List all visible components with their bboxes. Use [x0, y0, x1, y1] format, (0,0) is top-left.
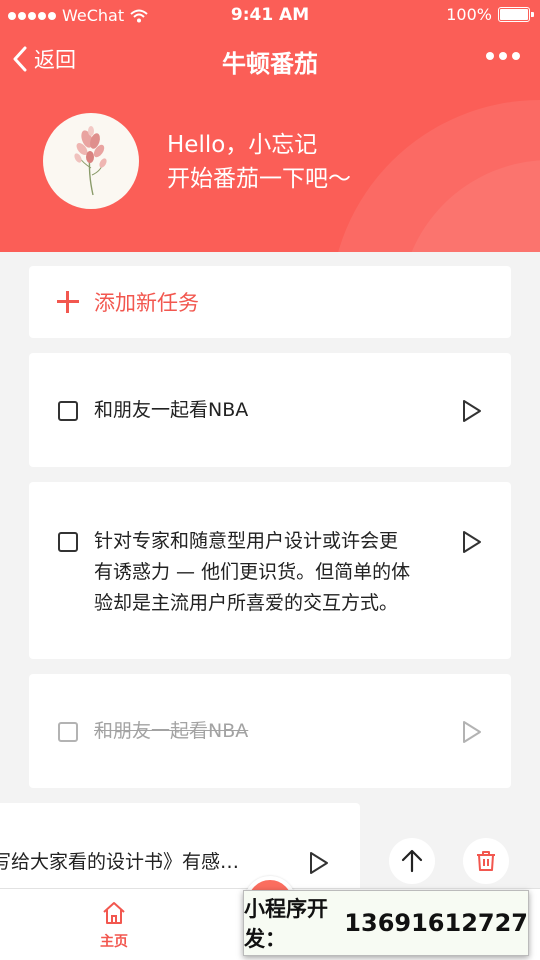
task-text: 针对专家和随意型用户设计或许会更 有诱惑力 — 他们更识货。但简单的体 验却是主… — [94, 526, 454, 619]
more-dot-icon — [499, 52, 507, 60]
home-icon — [103, 902, 125, 924]
task-card[interactable]: 针对专家和随意型用户设计或许会更 有诱惑力 — 他们更识货。但简单的体 验却是主… — [29, 482, 511, 659]
greeting-line: Hello，小忘记 — [167, 132, 318, 158]
tab-home-label: 主页 — [100, 934, 128, 950]
play-icon[interactable] — [308, 851, 330, 875]
greeting: Hello，小忘记 开始番茄一下吧～ — [167, 128, 351, 196]
status-bar: WeChat 9:41 AM 100% — [0, 0, 540, 30]
page-title: 牛顿番茄 — [222, 50, 318, 78]
play-icon[interactable] — [461, 720, 483, 744]
task-card[interactable]: 和朋友一起看NBA — [29, 353, 511, 467]
more-button[interactable] — [486, 52, 520, 60]
delete-button[interactable] — [463, 838, 509, 884]
plus-icon — [57, 291, 79, 313]
task-card-completed[interactable]: 和朋友一起看NBA — [29, 674, 511, 788]
tab-home[interactable]: 主页 — [88, 901, 140, 951]
task-text: 和朋友一起看NBA — [94, 399, 249, 421]
move-up-button[interactable] — [389, 838, 435, 884]
task-text-line: 有诱惑力 — 他们更识货。但简单的体 — [94, 561, 411, 583]
task-checkbox[interactable] — [58, 401, 78, 421]
task-text-line: 验却是主流用户所喜爱的交互方式。 — [94, 592, 399, 614]
promo-phone: 13691612727 — [344, 909, 528, 937]
greeting-line: 开始番茄一下吧～ — [167, 166, 351, 192]
back-label: 返回 — [34, 48, 76, 72]
play-icon[interactable] — [461, 530, 483, 554]
task-text: 写给大家看的设计书》有感… — [0, 851, 240, 873]
battery-icon — [498, 7, 534, 22]
header-banner: WeChat 9:41 AM 100% 返回 牛顿番茄 Hello，小忘记 开始… — [0, 0, 540, 252]
battery-percent: 100% — [446, 5, 492, 24]
arrow-up-icon — [401, 849, 423, 873]
task-text-line: 针对专家和随意型用户设计或许会更 — [94, 530, 399, 552]
trash-icon — [477, 851, 495, 871]
add-task-label: 添加新任务 — [94, 291, 199, 315]
promo-label: 小程序开发： — [244, 897, 328, 951]
avatar[interactable] — [43, 113, 139, 209]
task-text: 和朋友一起看NBA — [94, 720, 249, 742]
task-checkbox[interactable] — [58, 722, 78, 742]
task-checkbox[interactable] — [58, 532, 78, 552]
flower-illustration — [74, 126, 107, 196]
back-button[interactable]: 返回 — [12, 44, 76, 74]
play-icon[interactable] — [461, 399, 483, 423]
more-dot-icon — [486, 52, 494, 60]
more-dot-icon — [512, 52, 520, 60]
promo-banner: 小程序开发： 13691612727 — [243, 890, 529, 956]
chevron-left-icon — [13, 46, 27, 72]
add-task-button[interactable]: 添加新任务 — [29, 266, 511, 338]
